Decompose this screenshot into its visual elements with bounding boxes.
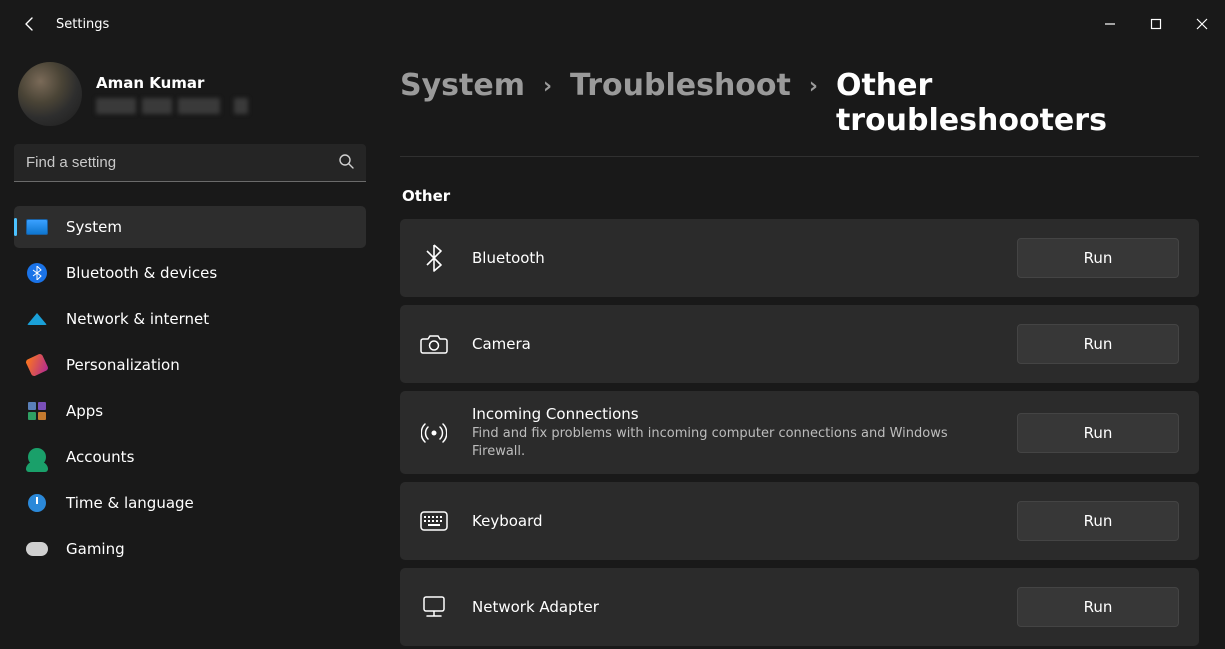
sidebar-item-system[interactable]: System	[14, 206, 366, 248]
main-content: System › Troubleshoot › Other troublesho…	[380, 48, 1225, 649]
window-controls	[1087, 8, 1225, 40]
sidebar-item-label: System	[66, 218, 122, 236]
run-button[interactable]: Run	[1017, 587, 1179, 627]
profile-block[interactable]: Aman Kumar	[14, 62, 366, 144]
search-row[interactable]	[14, 144, 366, 182]
minimize-icon	[1104, 18, 1116, 30]
broadcast-icon	[420, 419, 448, 447]
chevron-right-icon: ›	[809, 76, 818, 98]
troubleshooter-incoming-connections: Incoming Connections Find and fix proble…	[400, 391, 1199, 474]
breadcrumb: System › Troubleshoot › Other troublesho…	[400, 68, 1199, 157]
close-icon	[1196, 18, 1208, 30]
back-button[interactable]	[10, 4, 50, 44]
section-heading: Other	[402, 187, 1199, 205]
sidebar-item-label: Personalization	[66, 356, 180, 374]
sidebar-item-label: Accounts	[66, 448, 134, 466]
maximize-icon	[1150, 18, 1162, 30]
camera-icon	[420, 330, 448, 358]
sidebar-item-gaming[interactable]: Gaming	[14, 528, 366, 570]
troubleshooter-list: Bluetooth Run Camera Run Incoming Connec	[400, 219, 1199, 646]
troubleshooter-title: Bluetooth	[472, 249, 993, 267]
bluetooth-icon	[26, 262, 48, 284]
network-adapter-icon	[420, 593, 448, 621]
troubleshooter-keyboard: Keyboard Run	[400, 482, 1199, 560]
sidebar-item-label: Gaming	[66, 540, 125, 558]
sidebar-item-personalization[interactable]: Personalization	[14, 344, 366, 386]
troubleshooter-network-adapter: Network Adapter Run	[400, 568, 1199, 646]
bluetooth-icon	[420, 244, 448, 272]
search-input[interactable]	[26, 154, 338, 171]
run-button[interactable]: Run	[1017, 324, 1179, 364]
window-title: Settings	[56, 17, 109, 32]
chevron-right-icon: ›	[543, 76, 552, 98]
sidebar-item-label: Apps	[66, 402, 103, 420]
nav-list: System Bluetooth & devices Network & int…	[14, 206, 366, 570]
sidebar-item-time-language[interactable]: Time & language	[14, 482, 366, 524]
sidebar-item-label: Network & internet	[66, 310, 209, 328]
avatar	[18, 62, 82, 126]
troubleshooter-title: Camera	[472, 335, 993, 353]
breadcrumb-item-troubleshoot[interactable]: Troubleshoot	[570, 68, 791, 103]
troubleshooter-title: Network Adapter	[472, 598, 993, 616]
troubleshooter-desc: Find and fix problems with incoming comp…	[472, 425, 993, 460]
keyboard-icon	[420, 507, 448, 535]
run-button[interactable]: Run	[1017, 413, 1179, 453]
troubleshooter-title: Incoming Connections	[472, 405, 993, 423]
gamepad-icon	[26, 538, 48, 560]
breadcrumb-item-system[interactable]: System	[400, 68, 525, 103]
wifi-icon	[26, 308, 48, 330]
troubleshooter-bluetooth: Bluetooth Run	[400, 219, 1199, 297]
sidebar: Aman Kumar System Bluetooth & devices	[0, 48, 380, 649]
run-button[interactable]: Run	[1017, 501, 1179, 541]
run-button[interactable]: Run	[1017, 238, 1179, 278]
apps-icon	[26, 400, 48, 422]
troubleshooter-camera: Camera Run	[400, 305, 1199, 383]
brush-icon	[26, 354, 48, 376]
profile-email-redacted	[96, 98, 248, 114]
minimize-button[interactable]	[1087, 8, 1133, 40]
sidebar-item-apps[interactable]: Apps	[14, 390, 366, 432]
sidebar-item-accounts[interactable]: Accounts	[14, 436, 366, 478]
close-button[interactable]	[1179, 8, 1225, 40]
arrow-left-icon	[22, 16, 38, 32]
sidebar-item-label: Time & language	[66, 494, 194, 512]
sidebar-item-network-internet[interactable]: Network & internet	[14, 298, 366, 340]
sidebar-item-bluetooth-devices[interactable]: Bluetooth & devices	[14, 252, 366, 294]
titlebar: Settings	[0, 0, 1225, 48]
troubleshooter-title: Keyboard	[472, 512, 993, 530]
system-icon	[26, 216, 48, 238]
search-icon	[338, 153, 354, 173]
person-icon	[26, 446, 48, 468]
profile-name: Aman Kumar	[96, 74, 248, 92]
breadcrumb-item-current: Other troubleshooters	[836, 68, 1199, 138]
maximize-button[interactable]	[1133, 8, 1179, 40]
clock-icon	[26, 492, 48, 514]
sidebar-item-label: Bluetooth & devices	[66, 264, 217, 282]
